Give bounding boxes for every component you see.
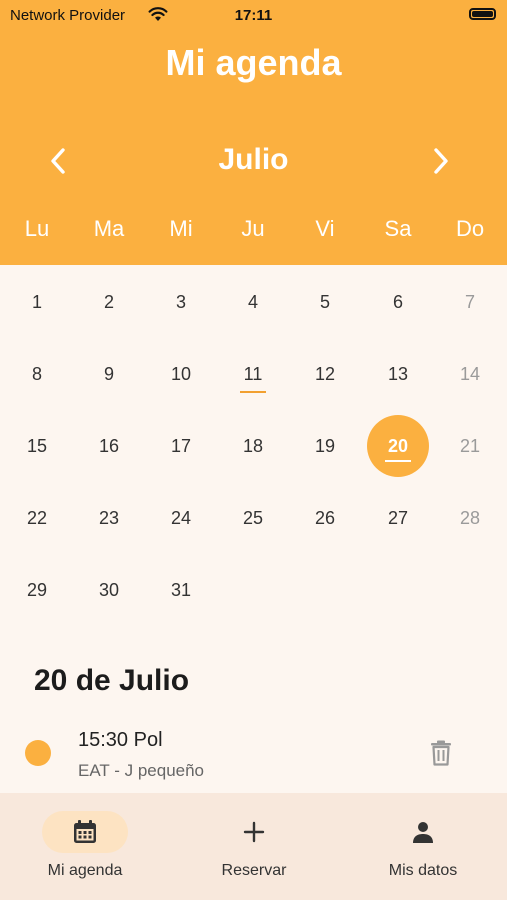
calendar-day[interactable]: 21 [439,415,501,477]
next-month-button[interactable] [424,144,458,178]
calendar-day[interactable]: 14 [439,343,501,405]
event-subtitle: EAT - J pequeño [78,761,205,780]
calendar-day-selected[interactable]: 20 [367,415,429,477]
calendar-day[interactable]: 16 [78,415,140,477]
calendar-day[interactable]: 28 [439,487,501,549]
calendar-day[interactable]: 8 [6,343,68,405]
person-icon [413,822,433,843]
plus-icon [243,821,265,843]
nav-mis-datos[interactable]: Mis datos [343,793,503,900]
calendar-day[interactable]: 10 [150,343,212,405]
nav-active-pill [42,811,128,853]
battery-icon [469,8,496,20]
delete-event-button[interactable] [430,740,452,771]
status-time: 17:11 [234,7,273,24]
calendar-day[interactable]: 9 [78,343,140,405]
calendar-day[interactable]: 23 [78,487,140,549]
nav-label: Mi agenda [47,862,123,879]
chevron-right-icon [434,148,448,174]
calendar-day[interactable]: 27 [367,487,429,549]
calendar-grid: 1 2 3 4 5 6 7 8 9 10 11 12 13 14 15 16 17 18 19 20 21 22 23 24 2… [0,265,507,635]
calendar-day[interactable]: 31 [150,559,212,621]
calendar-day[interactable]: 1 [6,271,68,333]
weekday-label: Vi [315,216,335,241]
calendar-icon [74,820,96,843]
calendar-day[interactable]: 6 [367,271,429,333]
calendar-day[interactable]: 29 [6,559,68,621]
calendar-day[interactable]: 26 [294,487,356,549]
event-color-dot [25,740,51,766]
calendar-day[interactable]: 18 [222,415,284,477]
nav-mi-agenda[interactable]: Mi agenda [5,793,165,900]
calendar-day[interactable]: 24 [150,487,212,549]
weekday-header: Lu Ma Mi Ju Vi Sa Do [0,216,507,244]
calendar-day[interactable]: 5 [294,271,356,333]
weekday-label: Do [455,216,485,241]
selected-date-heading: 20 de Julio [34,664,190,697]
header: Network Provider 17:11 Mi agenda Julio L… [0,0,507,265]
weekday-label: Ju [241,216,265,241]
calendar-day[interactable]: 11 [222,343,284,405]
nav-label: Mis datos [388,862,458,879]
bottom-navigation: Mi agenda Reservar Mis datos [0,793,507,900]
weekday-label: Mi [169,216,193,241]
calendar-day[interactable]: 12 [294,343,356,405]
weekday-label: Sa [384,216,412,241]
calendar-day[interactable]: 17 [150,415,212,477]
trash-icon [431,740,451,766]
nav-label: Reservar [221,862,287,879]
calendar-day[interactable]: 4 [222,271,284,333]
calendar-day[interactable]: 15 [6,415,68,477]
weekday-label: Ma [93,216,125,241]
page-title: Mi agenda [165,42,342,83]
calendar-day[interactable]: 13 [367,343,429,405]
weekday-label: Lu [24,216,50,241]
status-bar: Network Provider 17:11 [0,0,507,32]
calendar-day[interactable]: 30 [78,559,140,621]
calendar-day[interactable]: 7 [439,271,501,333]
event-title: 15:30 Pol [78,729,163,751]
event-item[interactable]: 15:30 Pol EAT - J pequeño [0,722,507,792]
calendar-day[interactable]: 25 [222,487,284,549]
calendar-day[interactable]: 22 [6,487,68,549]
calendar-day[interactable]: 19 [294,415,356,477]
nav-reservar[interactable]: Reservar [174,793,334,900]
calendar-day[interactable]: 2 [78,271,140,333]
calendar-day[interactable]: 3 [150,271,212,333]
